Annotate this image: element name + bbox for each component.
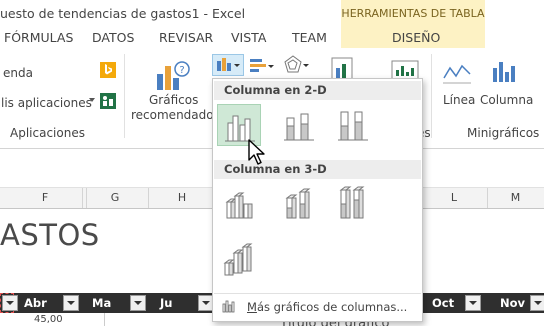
column-chart-small-icon <box>221 299 237 313</box>
people-graph-icon[interactable] <box>100 93 116 109</box>
header-cell-nov: Nov <box>500 296 526 310</box>
more-link-mnemonic: M <box>247 300 257 314</box>
tab-design[interactable]: DISEÑO <box>392 30 440 45</box>
store-label[interactable]: enda <box>3 66 33 80</box>
more-link-text: ás gráficos de columnas... <box>256 300 408 314</box>
line-sparkline-label[interactable]: Línea <box>443 93 475 107</box>
my-apps-dropdown-icon[interactable] <box>89 98 95 102</box>
100-percent-stacked-column-option[interactable] <box>331 104 375 146</box>
group-separator <box>124 54 125 138</box>
header-cell-oct: Oct <box>432 296 455 310</box>
filter-dropdown-button[interactable] <box>530 295 544 311</box>
window-title: uesto de tendencias de gastos1 - Excel <box>0 6 246 21</box>
3d-stacked-column-option[interactable] <box>277 182 321 224</box>
table-tools-label: HERRAMIENTAS DE TABLA <box>341 7 485 20</box>
tab-view[interactable]: VISTA <box>231 30 266 45</box>
section-2d-column: Columna en 2-D <box>214 81 421 100</box>
column-sparkline-icon[interactable] <box>490 58 520 86</box>
recommended-charts-line1[interactable]: Gráficos <box>149 93 198 107</box>
mouse-cursor-icon <box>246 138 270 168</box>
cell-value[interactable]: 45,00 <box>34 314 63 325</box>
recommended-charts-line2[interactable]: recomendados <box>131 108 220 122</box>
radar-chart-button[interactable] <box>282 54 312 76</box>
chart-border <box>104 313 105 326</box>
header-cell-apr: Abr <box>24 296 47 310</box>
tab-review[interactable]: REVISAR <box>159 30 213 45</box>
sheet-title: ASTOS <box>0 218 100 252</box>
sparklines-group-label: Minigráficos <box>467 126 540 140</box>
group-separator <box>431 54 432 138</box>
column-header-g[interactable]: G <box>82 188 149 208</box>
more-column-charts-link[interactable]: Más gráficos de columnas... <box>247 300 407 314</box>
column-chart-dropdown: Columna en 2-D Columna en 3-D Más gráfic… <box>212 78 423 322</box>
apps-group-label: Aplicaciones <box>10 126 85 140</box>
my-apps-label[interactable]: lis aplicaciones <box>1 96 92 110</box>
3d-column-option[interactable] <box>217 239 261 281</box>
filter-dropdown-button[interactable] <box>130 295 146 311</box>
bing-icon[interactable] <box>100 62 116 78</box>
bar-chart-button[interactable] <box>248 56 276 76</box>
header-cell-may: Ma <box>92 296 112 310</box>
recommended-charts-icon[interactable]: ? <box>155 58 191 92</box>
column-header-h[interactable]: H <box>148 188 217 208</box>
table-tools-band: HERRAMIENTAS DE TABLA <box>341 0 485 26</box>
3d-100-percent-stacked-column-option[interactable] <box>331 182 375 224</box>
filter-dropdown-button[interactable] <box>465 295 481 311</box>
column-header-l[interactable]: L <box>421 188 488 208</box>
tab-team[interactable]: TEAM <box>292 30 327 45</box>
tab-data[interactable]: DATOS <box>92 30 134 45</box>
column-chart-button[interactable] <box>212 54 244 76</box>
column-header-m[interactable]: M <box>487 188 544 208</box>
line-sparkline-icon[interactable] <box>442 60 472 86</box>
stacked-column-option[interactable] <box>277 104 321 146</box>
filter-dropdown-button[interactable] <box>2 295 18 311</box>
3d-clustered-column-option[interactable] <box>217 182 261 224</box>
column-sparkline-label[interactable]: Columna <box>480 93 533 107</box>
filter-dropdown-button[interactable] <box>63 295 79 311</box>
tab-formulas[interactable]: FÓRMULAS <box>4 30 73 45</box>
svg-text:?: ? <box>179 65 184 76</box>
column-header-f[interactable]: F <box>8 188 83 208</box>
header-cell-jun: Ju <box>160 296 173 310</box>
menu-separator <box>214 293 421 294</box>
